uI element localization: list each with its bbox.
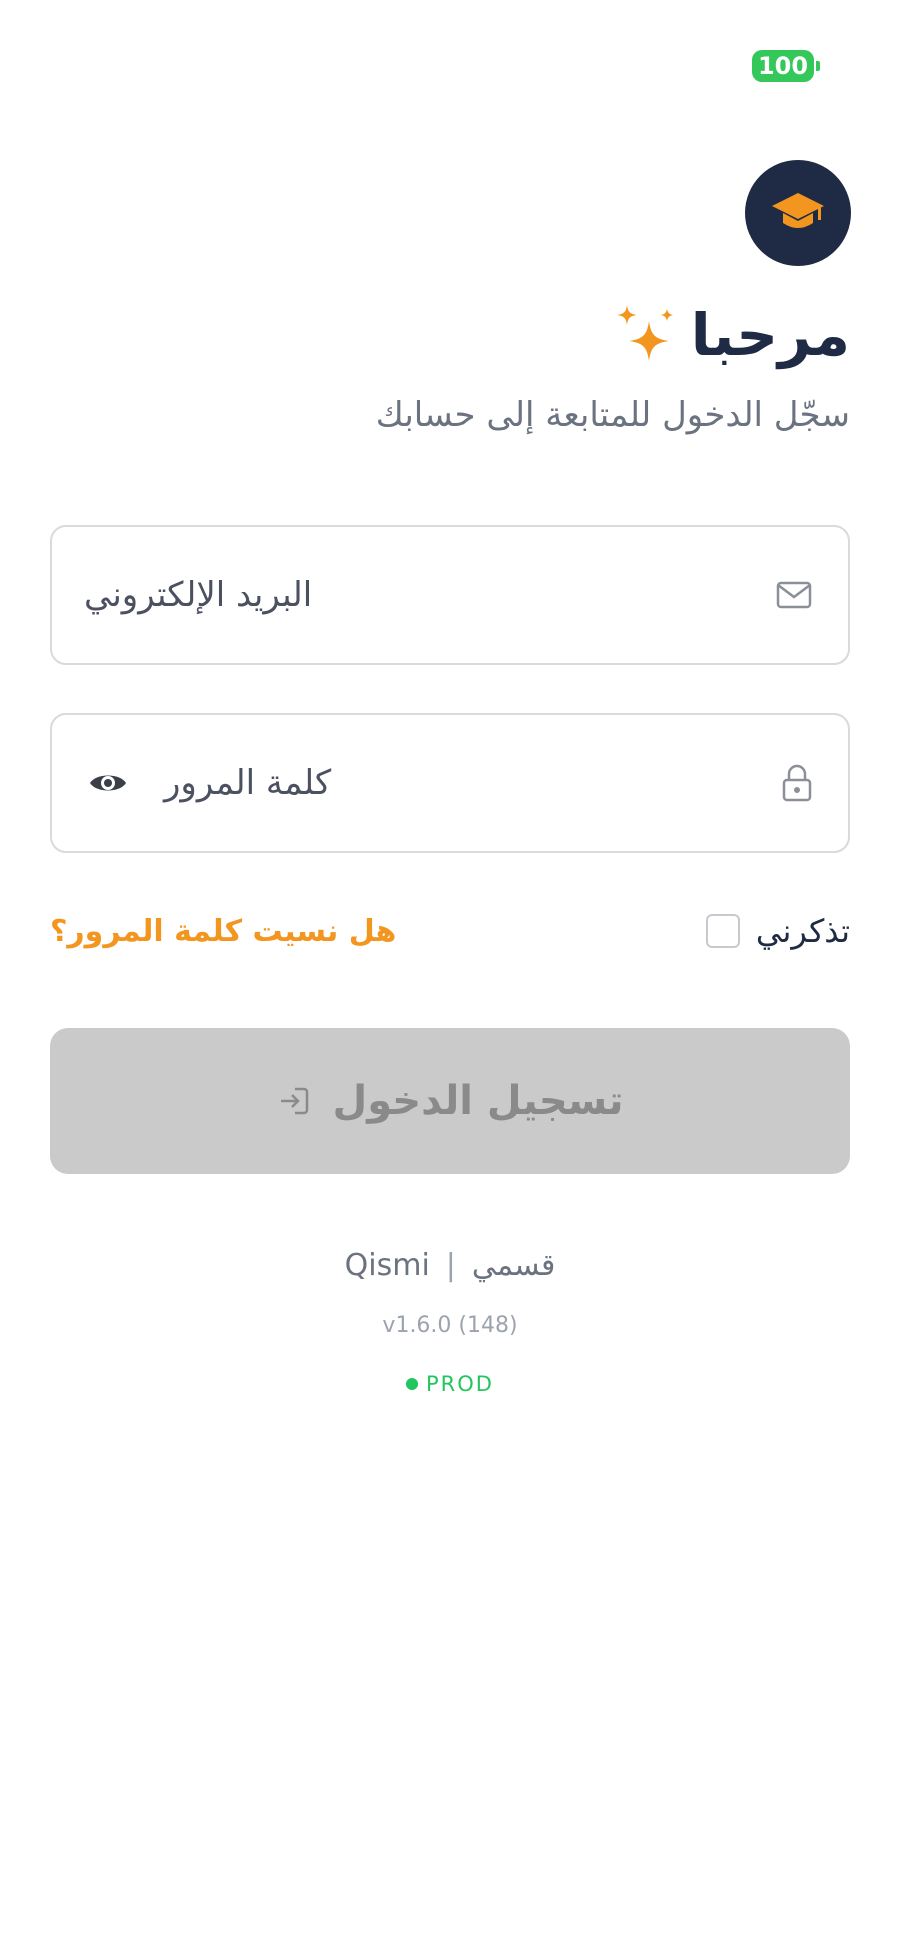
environment-label: PROD [426, 1372, 494, 1396]
password-placeholder: كلمة المرور [164, 763, 332, 803]
environment-dot-icon [406, 1378, 419, 1390]
password-field[interactable]: كلمة المرور [50, 713, 850, 853]
app-version: v1.6.0 (148) [382, 1313, 518, 1338]
login-button-label: تسجيل الدخول [332, 1078, 624, 1124]
welcome-header: مرحبا [613, 300, 850, 370]
battery-indicator: 100 [752, 50, 820, 82]
page-title: مرحبا [690, 301, 850, 369]
remember-label: تذكرني [755, 912, 850, 950]
mail-icon [776, 581, 812, 609]
brand-separator: | [445, 1248, 456, 1283]
footer-brand: Qismi | قسمي [0, 1248, 900, 1283]
environment-badge: PROD [0, 1372, 900, 1396]
graduation-cap-icon [772, 193, 824, 228]
brand-name-en: Qismi [344, 1248, 430, 1283]
email-field[interactable]: البريد الإلكتروني [50, 525, 850, 665]
forgot-password-link[interactable]: هل نسيت كلمة المرور؟ [50, 912, 396, 952]
login-arrow-icon [280, 1087, 308, 1115]
brand-name-ar: قسمي [471, 1248, 556, 1283]
page-subtitle: سجّل الدخول للمتابعة إلى حسابك [375, 395, 850, 435]
eye-icon[interactable] [88, 769, 128, 797]
app-logo [745, 160, 851, 266]
battery-level: 100 [757, 52, 809, 80]
email-placeholder: البريد الإلكتروني [84, 575, 313, 615]
remember-checkbox[interactable] [705, 914, 740, 948]
remember-me[interactable]: تذكرني [705, 912, 850, 950]
lock-icon [782, 764, 812, 802]
sparkles-icon [616, 305, 673, 361]
login-button[interactable]: تسجيل الدخول [50, 1028, 850, 1174]
